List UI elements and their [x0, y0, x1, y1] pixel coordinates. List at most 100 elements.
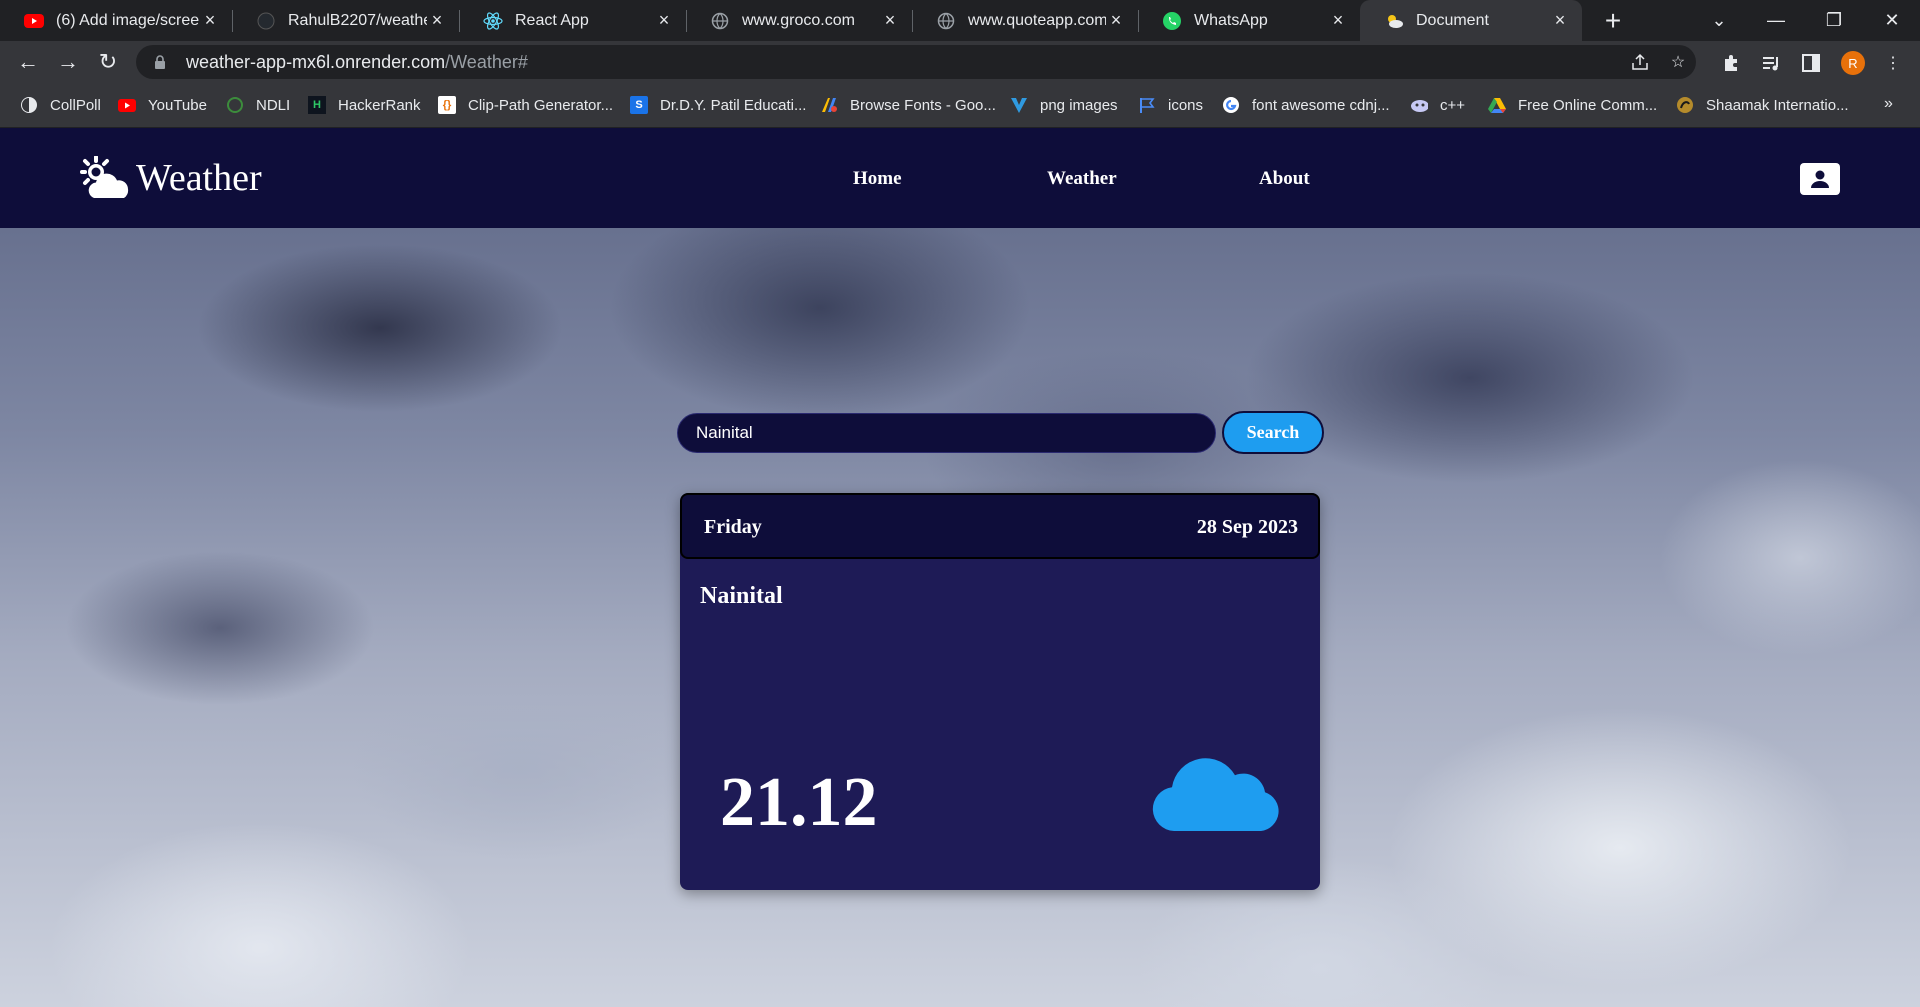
tab-title: www.groco.com: [742, 11, 855, 29]
google-fonts-icon: [820, 96, 838, 114]
nav-link-weather[interactable]: Weather: [1047, 168, 1117, 190]
bookmark-label: Clip-Path Generator...: [468, 96, 614, 114]
weather-date: 28 Sep 2023: [1196, 516, 1298, 538]
browser-toolbar: ← → ↻ weather-app-mx6l.onrender.com/Weat…: [0, 41, 1920, 83]
user-icon: [1811, 170, 1829, 188]
close-icon[interactable]: ×: [1328, 10, 1348, 31]
bookmark-item[interactable]: font awesome cdnj...: [1222, 93, 1390, 117]
sun-cloud-icon: [80, 156, 129, 198]
browser-tab-active[interactable]: Document ×: [1360, 0, 1582, 41]
weather-city: Nainital: [700, 583, 783, 609]
weather-icon: [1384, 11, 1404, 31]
globe-icon: [710, 11, 730, 31]
close-icon[interactable]: ×: [200, 10, 220, 31]
share-icon[interactable]: [1628, 50, 1652, 74]
react-icon: [483, 11, 503, 31]
whatsapp-icon: [1162, 11, 1182, 31]
github-icon: [256, 11, 276, 31]
browser-tab[interactable]: www.groco.com ×: [686, 0, 913, 41]
close-icon[interactable]: ×: [427, 10, 447, 31]
google-icon: [1222, 96, 1240, 114]
lock-icon[interactable]: [152, 54, 168, 70]
nav-link-about[interactable]: About: [1259, 168, 1310, 190]
reload-icon[interactable]: ↻: [92, 46, 124, 78]
bookmark-label: HackerRank: [338, 96, 421, 114]
address-bar[interactable]: weather-app-mx6l.onrender.com/Weather# ☆: [136, 45, 1696, 79]
new-tab-button[interactable]: +: [1598, 5, 1628, 36]
menu-kebab-icon[interactable]: ⋮: [1880, 50, 1906, 76]
bookmark-item[interactable]: CollPoll: [20, 93, 101, 117]
tab-title: (6) Add image/screen: [56, 11, 200, 29]
bookmark-item[interactable]: Shaamak Internatio...: [1676, 93, 1849, 117]
clippath-icon: {}: [438, 96, 456, 114]
city-search-input[interactable]: [677, 413, 1216, 453]
minimize-button[interactable]: —: [1756, 0, 1796, 41]
bookmark-star-icon[interactable]: ☆: [1666, 50, 1690, 74]
nav-link-home[interactable]: Home: [853, 168, 902, 190]
bookmark-item[interactable]: NDLI: [226, 93, 290, 117]
bookmark-item[interactable]: c++: [1410, 93, 1465, 117]
weather-temperature: 21.12: [720, 764, 878, 841]
window-close-button[interactable]: ✕: [1872, 0, 1912, 41]
tab-title: RahulB2207/weather: [288, 11, 427, 29]
youtube-icon: [24, 11, 44, 31]
bookmark-label: Dr.D.Y. Patil Educati...: [660, 96, 807, 114]
bookmarks-bar: CollPoll YouTube NDLI H HackerRank {} Clip…: [0, 83, 1920, 128]
school-icon: S: [630, 96, 648, 114]
bookmark-label: NDLI: [256, 96, 291, 114]
bookmark-label: Shaamak Internatio...: [1706, 96, 1849, 114]
bookmark-label: c++: [1440, 96, 1466, 114]
weather-card-header: Friday 28 Sep 2023: [680, 493, 1320, 559]
cpp-icon: [1410, 96, 1428, 114]
app-logo[interactable]: Weather: [78, 156, 262, 200]
flag-icon: [1138, 96, 1156, 114]
user-account-button[interactable]: [1800, 163, 1840, 195]
bookmark-item[interactable]: icons: [1138, 93, 1203, 117]
close-icon[interactable]: ×: [1550, 10, 1570, 31]
search-button[interactable]: Search: [1222, 411, 1324, 454]
bookmark-item[interactable]: png images: [1010, 93, 1118, 117]
drive-icon: [1488, 96, 1506, 114]
more-bookmarks-icon[interactable]: »: [1884, 95, 1893, 113]
shaamak-icon: [1676, 96, 1694, 114]
browser-tab[interactable]: (6) Add image/screen ×: [0, 0, 233, 41]
weather-day: Friday: [704, 516, 762, 538]
browser-tab[interactable]: React App ×: [459, 0, 687, 41]
restore-button[interactable]: ❐: [1814, 0, 1854, 41]
logo-text: Weather: [136, 157, 262, 199]
close-icon[interactable]: ×: [1106, 10, 1126, 31]
bookmark-item[interactable]: {} Clip-Path Generator...: [438, 93, 613, 117]
bookmark-item[interactable]: S Dr.D.Y. Patil Educati...: [630, 93, 806, 117]
browser-tab[interactable]: RahulB2207/weather ×: [232, 0, 460, 41]
browser-tab[interactable]: WhatsApp ×: [1138, 0, 1360, 41]
close-icon[interactable]: ×: [880, 10, 900, 31]
tab-title: React App: [515, 11, 589, 29]
bookmark-label: Browse Fonts - Goo...: [850, 96, 996, 114]
tab-search-icon[interactable]: ⌄: [1699, 0, 1739, 41]
side-panel-icon[interactable]: [1798, 50, 1824, 76]
close-icon[interactable]: ×: [654, 10, 674, 31]
tab-title: www.quoteapp.com: [968, 11, 1106, 29]
bookmark-label: icons: [1168, 96, 1204, 114]
bookmark-item[interactable]: Browse Fonts - Goo...: [820, 93, 996, 117]
bookmark-label: png images: [1040, 96, 1118, 114]
forward-arrow-icon[interactable]: →: [52, 46, 84, 78]
browser-tabstrip: (6) Add image/screen × RahulB2207/weathe…: [0, 0, 1920, 41]
youtube-icon: [118, 96, 136, 114]
bookmark-item[interactable]: Free Online Comm...: [1488, 93, 1657, 117]
media-control-icon[interactable]: [1758, 50, 1784, 76]
profile-avatar[interactable]: R: [1841, 51, 1865, 75]
png-icon: [1010, 96, 1028, 114]
back-arrow-icon[interactable]: ←: [12, 46, 44, 78]
bookmark-item[interactable]: H HackerRank: [308, 93, 421, 117]
browser-tab[interactable]: www.quoteapp.com ×: [912, 0, 1139, 41]
bookmark-label: YouTube: [148, 96, 207, 114]
bookmark-label: font awesome cdnj...: [1252, 96, 1390, 114]
collpoll-icon: [20, 96, 38, 114]
extensions-icon[interactable]: [1718, 50, 1744, 76]
bookmark-label: CollPoll: [50, 96, 101, 114]
bookmark-item[interactable]: YouTube: [118, 93, 207, 117]
cloud-icon: [1152, 758, 1279, 831]
page-viewport: Weather Home Weather About Search Friday…: [0, 128, 1920, 1007]
globe-icon: [936, 11, 956, 31]
